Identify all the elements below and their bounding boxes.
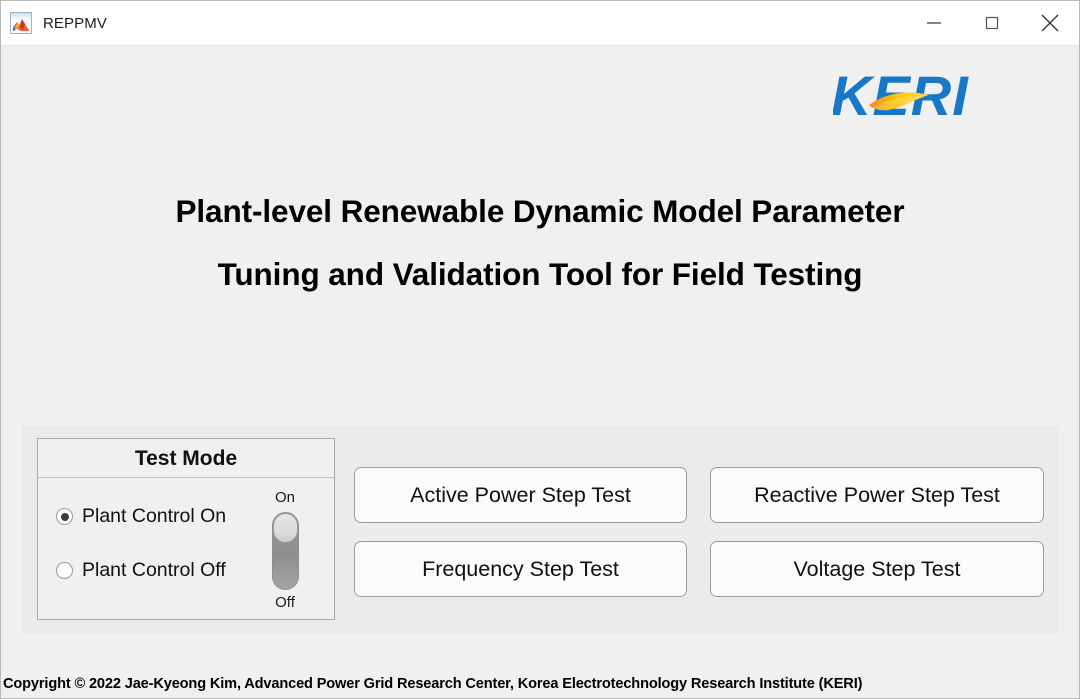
radio-plant-control-off[interactable]: Plant Control Off [56,559,226,582]
reactive-power-step-test-button[interactable]: Reactive Power Step Test [710,467,1044,523]
keri-logo: KERI [831,64,1023,129]
copyright-notice: Copyright © 2022 Jae-Kyeong Kim, Advance… [3,676,863,692]
page-title-line-1: Plant-level Renewable Dynamic Model Para… [175,193,905,229]
frequency-step-test-button[interactable]: Frequency Step Test [354,541,687,597]
toggle-track[interactable] [271,512,299,590]
maximize-icon [985,16,999,30]
matlab-membrane-icon [10,12,32,34]
plant-control-toggle[interactable]: On Off [257,488,313,613]
radio-label-off: Plant Control Off [82,559,226,581]
test-mode-body: Plant Control On Plant Control Off On Of… [38,478,334,619]
minimize-icon [927,22,941,24]
toggle-label-on: On [274,489,295,506]
radio-indicator-off[interactable] [56,562,73,579]
page-title: Plant-level Renewable Dynamic Model Para… [1,193,1079,293]
test-mode-title: Test Mode [38,439,334,478]
radio-indicator-on[interactable] [56,508,73,525]
membrane-glyph [13,19,30,31]
test-mode-groupbox: Test Mode Plant Control On Plant Control… [37,438,335,620]
controls-panel: Test Mode Plant Control On Plant Control… [22,426,1059,634]
maximize-button[interactable] [963,1,1021,46]
toggle-knob[interactable] [272,513,298,543]
close-icon [1041,14,1059,32]
voltage-step-test-button[interactable]: Voltage Step Test [710,541,1044,597]
keri-logo-graphic: KERI [831,64,968,127]
minimize-button[interactable] [905,1,963,46]
page-title-line-2: Tuning and Validation Tool for Field Tes… [217,256,863,293]
application-window: REPPMV Plant-level Renewable Dynamic Mod… [0,0,1080,699]
active-power-step-test-button[interactable]: Active Power Step Test [354,467,687,523]
window-controls [905,1,1079,46]
radio-plant-control-on[interactable]: Plant Control On [56,505,226,528]
close-button[interactable] [1021,1,1079,46]
toggle-label-off: Off [275,594,295,611]
radio-label-on: Plant Control On [82,505,227,527]
title-bar: REPPMV [1,1,1079,46]
window-title: REPPMV [43,14,107,32]
